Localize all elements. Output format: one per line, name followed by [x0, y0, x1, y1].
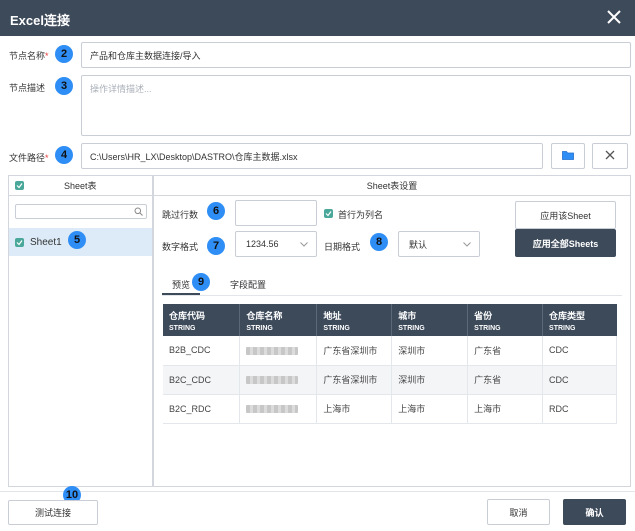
table-cell: B2C_RDC — [163, 394, 241, 424]
node-desc-label: 节点描述 — [9, 83, 46, 93]
cancel-button[interactable]: 取消 — [487, 499, 550, 525]
number-format-label: 数字格式 — [162, 242, 199, 252]
callout-badge: 2 — [55, 45, 73, 63]
callout-badge: 7 — [207, 237, 225, 255]
first-row-header-label: 首行为列名 — [338, 210, 384, 220]
table-cell: 广东省 — [467, 336, 544, 366]
table-cell: 广东省深圳市 — [316, 336, 393, 366]
callout-badge: 8 — [370, 233, 388, 251]
table-cell: RDC — [542, 394, 617, 424]
table-cell: CDC — [542, 365, 617, 395]
date-format-select[interactable]: 默认 — [398, 231, 480, 257]
tab-preview-label: 预览 — [171, 279, 190, 290]
table-cell: CDC — [542, 336, 617, 366]
date-format-label: 日期格式 — [324, 242, 361, 252]
folder-browse-button[interactable] — [551, 143, 585, 169]
chevron-down-icon — [463, 239, 471, 249]
footer-divider — [0, 491, 635, 492]
number-format-value: 1234.56 — [246, 239, 279, 249]
table-cell: 广东省 — [467, 365, 544, 395]
table-cell: 上海市 — [316, 394, 393, 424]
first-row-header-checkbox[interactable] — [324, 209, 333, 218]
file-path-label: 文件路径* — [9, 153, 49, 163]
test-connection-button[interactable]: 测试连接 — [8, 500, 98, 525]
table-header-row: 仓库代码 STRING 仓库名称 STRING 地址 STRING 城市 STRING … — [163, 304, 617, 336]
table-cell: 深圳市 — [391, 336, 469, 366]
sheet-item-label: Sheet1 — [30, 236, 62, 248]
file-path-input[interactable]: C:\Users\HR_LX\Desktop\DASTRO\仓库主数据.xlsx — [81, 143, 543, 169]
tab-field-config-label: 字段配置 — [229, 279, 266, 290]
column-header: 仓库代码 STRING — [163, 304, 241, 336]
confirm-button[interactable]: 确认 — [563, 499, 626, 525]
sheet-list-title: Sheet表 — [64, 181, 97, 191]
column-header: 城市 STRING — [391, 304, 469, 336]
table-row: B2B_CDC 广东省深圳市 深圳市 广东省 CDC — [163, 336, 617, 366]
node-name-label: 节点名称* — [9, 51, 49, 61]
table-cell: B2C_CDC — [163, 365, 241, 395]
callout-badge: 6 — [207, 202, 225, 220]
preview-table: 仓库代码 STRING 仓库名称 STRING 地址 STRING 城市 STRING … — [163, 304, 617, 424]
table-cell-redacted — [239, 365, 318, 395]
search-icon — [134, 207, 143, 218]
table-cell: 深圳市 — [391, 365, 469, 395]
table-cell: 广东省深圳市 — [316, 365, 393, 395]
sheet-settings-header: Sheet表设置 — [154, 176, 630, 196]
table-row: B2C_RDC 上海市 上海市 上海市 RDC — [163, 394, 617, 424]
sheet-checkbox[interactable] — [15, 237, 24, 247]
folder-icon — [562, 150, 574, 162]
column-header: 省份 STRING — [467, 304, 544, 336]
chevron-down-icon — [300, 239, 308, 249]
table-cell: 上海市 — [467, 394, 544, 424]
apply-all-sheets-button[interactable]: 应用全部Sheets — [515, 229, 616, 257]
sheet-list-panel: Sheet表 Sheet1 — [8, 175, 153, 487]
table-cell-redacted — [239, 336, 318, 366]
date-format-value: 默认 — [409, 239, 428, 250]
tab-field-config[interactable]: 字段配置 — [226, 274, 270, 294]
table-row: B2C_CDC 广东省深圳市 深圳市 广东省 CDC — [163, 365, 617, 395]
column-header: 地址 STRING — [316, 304, 393, 336]
close-icon[interactable] — [605, 8, 623, 26]
tab-divider — [162, 295, 622, 296]
clear-icon — [605, 150, 615, 162]
sheet-search-input[interactable] — [15, 204, 147, 219]
callout-badge: 5 — [68, 231, 86, 249]
callout-badge: 4 — [55, 146, 73, 164]
column-header: 仓库类型 STRING — [542, 304, 617, 336]
select-all-checkbox[interactable] — [15, 181, 24, 190]
table-cell: 上海市 — [391, 394, 469, 424]
sheet-list-header: Sheet表 — [9, 176, 152, 196]
callout-badge: 9 — [192, 273, 210, 291]
apply-sheet-button[interactable]: 应用该Sheet — [515, 201, 616, 229]
node-desc-textarea[interactable]: 操作详情描述... — [81, 75, 631, 136]
dialog-title: Excel连接 — [10, 13, 70, 28]
skip-rows-label: 跳过行数 — [162, 210, 199, 220]
node-name-input[interactable]: 产品和仓库主数据连接/导入 — [81, 42, 631, 68]
number-format-select[interactable]: 1234.56 — [235, 231, 317, 257]
dialog-titlebar: Excel连接 — [0, 0, 635, 36]
skip-rows-input[interactable] — [235, 200, 317, 226]
callout-badge: 3 — [55, 77, 73, 95]
table-cell: B2B_CDC — [163, 336, 241, 366]
clear-path-button[interactable] — [592, 143, 628, 169]
column-header: 仓库名称 STRING — [239, 304, 318, 336]
table-cell-redacted — [239, 394, 318, 424]
